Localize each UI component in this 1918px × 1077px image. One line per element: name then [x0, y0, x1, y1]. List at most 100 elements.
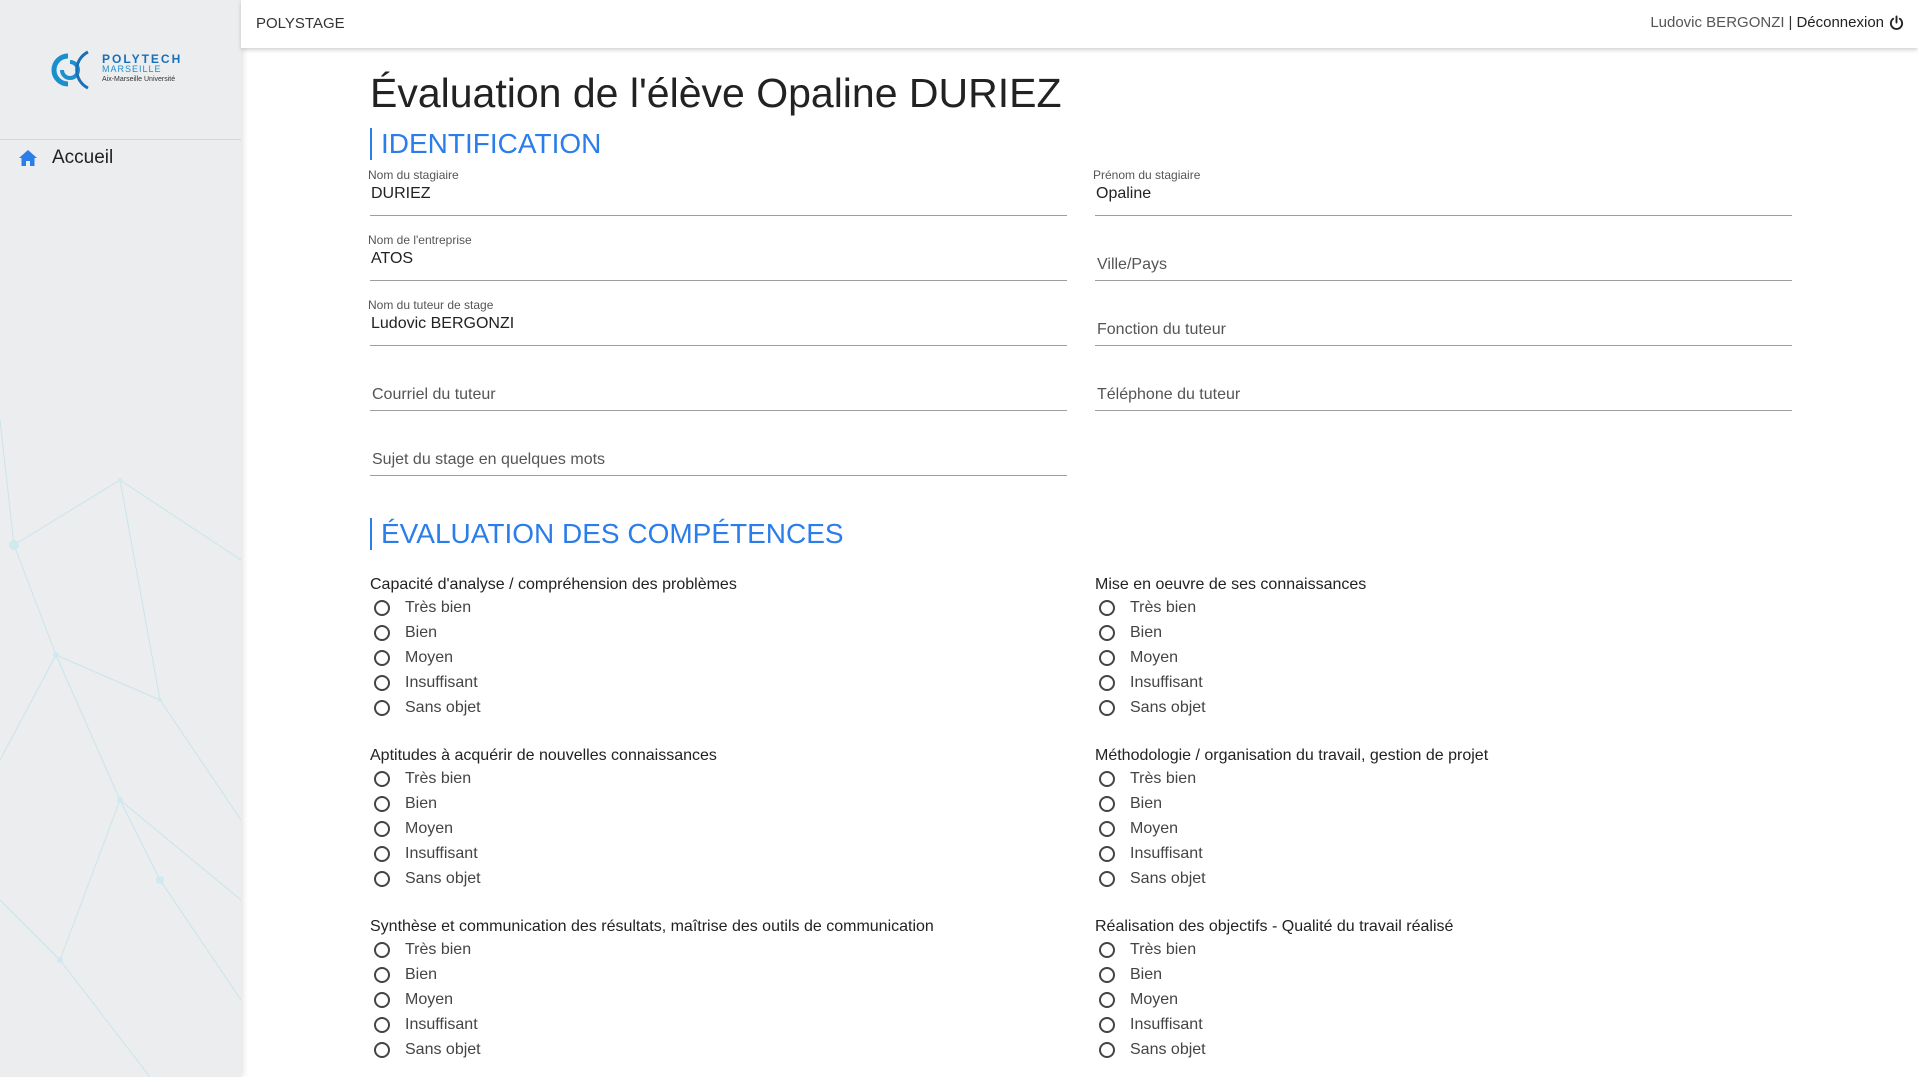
- radio-button[interactable]: [374, 674, 390, 691]
- radio-option[interactable]: Moyen: [370, 645, 1070, 670]
- radio-button[interactable]: [1099, 699, 1115, 716]
- logo-university: Aix-Marseille Université: [102, 76, 176, 83]
- radio-button[interactable]: [1099, 674, 1115, 691]
- radio-option[interactable]: Sans objet: [370, 866, 1070, 891]
- radio-button[interactable]: [374, 870, 390, 887]
- home-icon: [19, 150, 37, 166]
- radio-label: Bien: [405, 794, 438, 812]
- radio-option[interactable]: Sans objet: [370, 1037, 1070, 1062]
- courriel-tuteur-field[interactable]: Courriel du tuteur: [370, 363, 1067, 411]
- radio-button[interactable]: [374, 991, 390, 1008]
- field-placeholder: Ville/Pays: [1097, 256, 1167, 273]
- fonction-tuteur-field[interactable]: Fonction du tuteur: [1095, 298, 1792, 346]
- radio-button[interactable]: [374, 1041, 390, 1058]
- radio-option[interactable]: Très bien: [370, 766, 1070, 791]
- polytech-logo-mark-icon: [51, 50, 89, 90]
- sidebar-item-label: Accueil: [52, 147, 114, 168]
- radio-button[interactable]: [1099, 1041, 1115, 1058]
- radio-button[interactable]: [1099, 1016, 1115, 1033]
- radio-button[interactable]: [374, 649, 390, 666]
- competence-group: Méthodologie / organisation du travail, …: [1095, 746, 1795, 891]
- radio-label: Insuffisant: [405, 844, 478, 862]
- radio-button[interactable]: [374, 770, 390, 787]
- logout-button[interactable]: Déconnexion: [1796, 14, 1904, 31]
- radio-label: Moyen: [1130, 990, 1179, 1008]
- radio-button[interactable]: [374, 1016, 390, 1033]
- prenom-stagiaire-field[interactable]: Prénom du stagiaire Opaline: [1093, 168, 1792, 216]
- radio-button[interactable]: [1099, 845, 1115, 862]
- radio-button[interactable]: [374, 820, 390, 837]
- radio-option[interactable]: Bien: [1095, 962, 1795, 987]
- radio-button[interactable]: [1099, 624, 1115, 641]
- field-label: Prénom du stagiaire: [1093, 168, 1201, 182]
- radio-option[interactable]: Très bien: [370, 595, 1070, 620]
- field-label: Nom du stagiaire: [368, 168, 459, 182]
- user-name: Ludovic BERGONZI: [1650, 14, 1785, 31]
- competence-title: Synthèse et communication des résultats,…: [370, 918, 934, 935]
- radio-button[interactable]: [374, 845, 390, 862]
- power-icon: [1889, 15, 1904, 30]
- radio-option[interactable]: Moyen: [1095, 816, 1795, 841]
- radio-label: Sans objet: [405, 698, 481, 716]
- radio-option[interactable]: Insuffisant: [370, 841, 1070, 866]
- radio-option[interactable]: Moyen: [370, 816, 1070, 841]
- radio-button[interactable]: [374, 795, 390, 812]
- radio-option[interactable]: Bien: [1095, 620, 1795, 645]
- radio-option[interactable]: Moyen: [1095, 987, 1795, 1012]
- radio-button[interactable]: [1099, 941, 1115, 958]
- radio-option[interactable]: Sans objet: [1095, 866, 1795, 891]
- radio-option[interactable]: Très bien: [1095, 595, 1795, 620]
- radio-label: Bien: [1130, 623, 1163, 641]
- radio-button[interactable]: [374, 699, 390, 716]
- radio-option[interactable]: Bien: [370, 620, 1070, 645]
- field-value: ATOS: [371, 250, 414, 267]
- entreprise-field[interactable]: Nom de l'entreprise ATOS: [368, 233, 1067, 281]
- radio-option[interactable]: Sans objet: [1095, 695, 1795, 720]
- telephone-tuteur-field[interactable]: Téléphone du tuteur: [1095, 363, 1792, 411]
- radio-option[interactable]: Moyen: [370, 987, 1070, 1012]
- radio-button[interactable]: [374, 599, 390, 616]
- radio-option[interactable]: Bien: [370, 962, 1070, 987]
- radio-option[interactable]: Insuffisant: [370, 670, 1070, 695]
- radio-option[interactable]: Bien: [370, 791, 1070, 816]
- radio-option[interactable]: Insuffisant: [1095, 841, 1795, 866]
- tuteur-field[interactable]: Nom du tuteur de stage Ludovic BERGONZI: [368, 298, 1067, 346]
- section-title-identification: IDENTIFICATION: [370, 128, 601, 160]
- radio-button[interactable]: [1099, 599, 1115, 616]
- radio-option[interactable]: Insuffisant: [1095, 1012, 1795, 1037]
- radio-button[interactable]: [1099, 966, 1115, 983]
- competence-group: Synthèse et communication des résultats,…: [370, 917, 1070, 1062]
- radio-label: Sans objet: [1130, 1040, 1206, 1058]
- radio-button[interactable]: [374, 941, 390, 958]
- competence-group: Capacité d'analyse / compréhension des p…: [370, 575, 1070, 720]
- radio-option[interactable]: Bien: [1095, 791, 1795, 816]
- radio-label: Très bien: [405, 940, 472, 958]
- radio-option[interactable]: Sans objet: [1095, 1037, 1795, 1062]
- ville-pays-field[interactable]: Ville/Pays: [1095, 233, 1792, 281]
- radio-option[interactable]: Très bien: [1095, 937, 1795, 962]
- radio-button[interactable]: [1099, 870, 1115, 887]
- radio-button[interactable]: [1099, 991, 1115, 1008]
- nom-stagiaire-field[interactable]: Nom du stagiaire DURIEZ: [368, 168, 1067, 216]
- section-title-competences: ÉVALUATION DES COMPÉTENCES: [370, 518, 844, 550]
- radio-option[interactable]: Très bien: [1095, 766, 1795, 791]
- radio-button[interactable]: [1099, 649, 1115, 666]
- radio-button[interactable]: [1099, 770, 1115, 787]
- radio-option[interactable]: Très bien: [370, 937, 1070, 962]
- radio-button[interactable]: [374, 966, 390, 983]
- radio-button[interactable]: [1099, 820, 1115, 837]
- competence-title: Mise en oeuvre de ses connaissances: [1095, 576, 1367, 593]
- radio-button[interactable]: [374, 624, 390, 641]
- radio-label: Sans objet: [1130, 698, 1206, 716]
- radio-option[interactable]: Insuffisant: [1095, 670, 1795, 695]
- sujet-stage-field[interactable]: Sujet du stage en quelques mots: [370, 428, 1067, 476]
- radio-option[interactable]: Moyen: [1095, 645, 1795, 670]
- radio-option[interactable]: Sans objet: [370, 695, 1070, 720]
- app-brand[interactable]: POLYSTAGE: [256, 15, 345, 32]
- competence-group: Mise en oeuvre de ses connaissances Très…: [1095, 575, 1795, 720]
- sidebar: POLYTECH MARSEILLE Aix-Marseille Univers…: [0, 0, 241, 1077]
- radio-label: Sans objet: [405, 1040, 481, 1058]
- radio-option[interactable]: Insuffisant: [370, 1012, 1070, 1037]
- radio-button[interactable]: [1099, 795, 1115, 812]
- sidebar-item-accueil[interactable]: Accueil: [18, 146, 113, 170]
